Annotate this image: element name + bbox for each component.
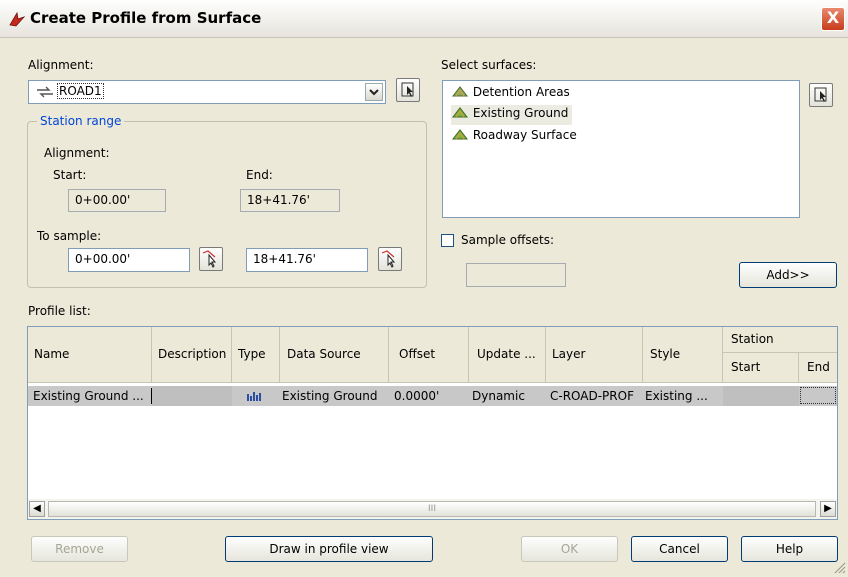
cell-station-start[interactable] [723, 386, 799, 406]
column-header-update[interactable]: Update ... [469, 327, 546, 383]
sample-end-input[interactable]: 18+41.76' [246, 248, 368, 272]
pick-from-drawing-icon [401, 82, 414, 97]
surface-item-label: Detention Areas [472, 85, 570, 99]
surface-icon [451, 86, 469, 97]
scroll-left-arrow-icon[interactable]: ◀ [29, 501, 45, 517]
column-header-type[interactable]: Type [232, 327, 280, 383]
help-button[interactable]: Help [741, 536, 838, 562]
scroll-right-arrow-icon[interactable]: ▶ [820, 501, 836, 517]
alignment-dropdown[interactable]: ROAD1 [28, 80, 386, 104]
profile-type-icon [246, 390, 264, 406]
sample-start-input[interactable]: 0+00.00' [68, 248, 190, 272]
cell-offset[interactable]: 0.0000' [394, 389, 439, 403]
pick-from-drawing-icon [814, 87, 827, 102]
civil3d-app-icon [8, 10, 26, 28]
alignment-label: Alignment: [28, 58, 94, 72]
profile-list-label: Profile list: [28, 304, 91, 318]
column-header-data-source[interactable]: Data Source [280, 327, 389, 383]
column-header-offset[interactable]: Offset [389, 327, 469, 383]
end-label: End: [246, 168, 273, 182]
column-header-station-start[interactable]: Start [723, 353, 799, 383]
table-row[interactable]: Existing Ground ... Existing Ground 0.00… [28, 386, 837, 406]
sample-offsets-input [466, 263, 566, 287]
cell-station-end[interactable] [800, 387, 836, 404]
ok-button[interactable]: OK [521, 536, 618, 562]
sample-offsets-label: Sample offsets: [461, 233, 555, 247]
end-station-readonly: 18+41.76' [240, 189, 340, 212]
remove-button[interactable]: Remove [31, 536, 128, 562]
pick-surface-button[interactable] [809, 83, 833, 107]
surface-item-label: Roadway Surface [472, 128, 577, 142]
column-header-description[interactable]: Description [152, 327, 232, 383]
pick-start-station-button[interactable] [199, 247, 223, 271]
sample-offsets-checkbox[interactable] [441, 234, 454, 247]
cell-style[interactable]: Existing ... [645, 389, 708, 403]
profile-list-grid[interactable]: Name Description Type Data Source Offset… [27, 326, 838, 520]
surface-item-existing-ground[interactable]: Existing Ground [451, 105, 573, 125]
cell-layer[interactable]: C-ROAD-PROF [550, 389, 634, 403]
surface-item-roadway-surface[interactable]: Roadway Surface [451, 127, 577, 147]
draw-in-profile-view-button[interactable]: Draw in profile view [225, 536, 433, 562]
pick-alignment-button[interactable] [396, 78, 420, 102]
column-header-name[interactable]: Name [28, 327, 152, 383]
cancel-button[interactable]: Cancel [631, 536, 728, 562]
pick-end-station-button[interactable] [378, 247, 402, 271]
cell-data-source[interactable]: Existing Ground [282, 389, 377, 403]
chevron-down-icon[interactable] [365, 83, 383, 101]
column-header-style[interactable]: Style [643, 327, 723, 383]
dialog-title: Create Profile from Surface [30, 9, 262, 27]
station-range-title: Station range [37, 114, 125, 128]
alignment-value: ROAD1 [57, 83, 104, 99]
pick-station-icon [381, 250, 396, 268]
to-sample-label: To sample: [37, 229, 102, 243]
cell-update[interactable]: Dynamic [472, 389, 525, 403]
add-button[interactable]: Add>> [739, 262, 837, 288]
start-label: Start: [53, 168, 87, 182]
alignment-icon [35, 85, 55, 106]
pick-station-icon [202, 250, 217, 268]
surface-item-detention-areas[interactable]: Detention Areas [451, 84, 570, 104]
cell-name[interactable]: Existing Ground ... [33, 389, 151, 403]
surfaces-list[interactable]: Detention Areas Existing Ground Roadway … [442, 80, 800, 218]
horizontal-scrollbar[interactable]: ◀ III ▶ [28, 499, 837, 519]
surface-icon [451, 129, 469, 140]
surface-item-label: Existing Ground [472, 106, 569, 120]
surface-icon [451, 107, 469, 118]
close-button[interactable]: X [821, 7, 845, 31]
column-header-layer[interactable]: Layer [546, 327, 643, 383]
cell-description[interactable] [152, 386, 232, 406]
column-header-station: Station [723, 327, 837, 353]
column-header-station-end[interactable]: End [799, 353, 837, 383]
select-surfaces-label: Select surfaces: [441, 58, 537, 72]
station-alignment-label: Alignment: [44, 146, 110, 160]
start-station-readonly: 0+00.00' [68, 189, 166, 212]
scrollbar-thumb[interactable]: III [48, 501, 816, 517]
resize-grip-icon[interactable] [832, 560, 846, 574]
